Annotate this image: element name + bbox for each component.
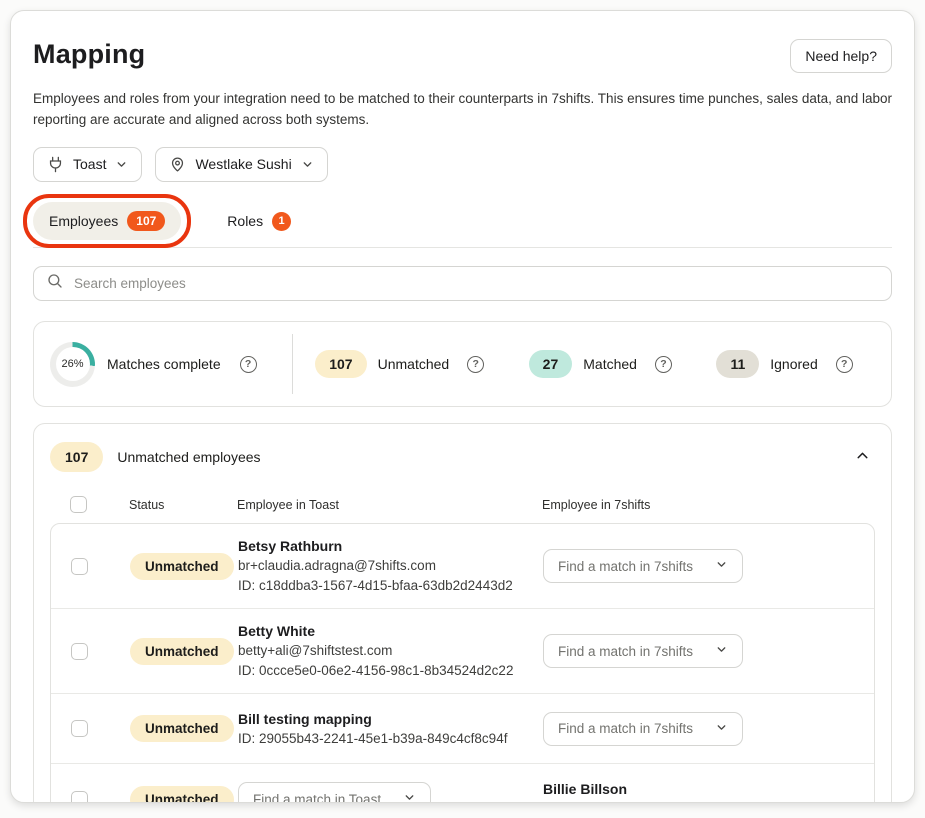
ignored-stat: 11 Ignored ?	[716, 350, 852, 378]
tab-employees-label: Employees	[49, 213, 118, 229]
unmatched-label: Unmatched	[378, 356, 450, 372]
location-dropdown[interactable]: Westlake Sushi	[155, 147, 327, 182]
employee-name: Betsy Rathburn	[238, 536, 543, 556]
chevron-down-icon	[115, 158, 128, 171]
chevron-down-icon	[301, 158, 314, 171]
employee-email: betty+ali@7shiftstest.com	[238, 641, 543, 661]
location-label: Westlake Sushi	[195, 156, 291, 172]
help-icon[interactable]: ?	[240, 356, 257, 373]
row-checkbox[interactable]	[71, 791, 88, 803]
matches-complete-stat: 26% Matches complete ?	[50, 342, 292, 387]
dropdown-label: Find a match in Toast	[253, 792, 381, 803]
integration-dropdown[interactable]: Toast	[33, 147, 142, 182]
chevron-up-icon	[854, 452, 871, 467]
find-match-7shifts-dropdown[interactable]: Find a match in 7shifts	[543, 549, 743, 583]
find-match-7shifts-dropdown[interactable]: Find a match in 7shifts	[543, 712, 743, 746]
unmatched-employees-section: 107 Unmatched employees Status Employee …	[33, 423, 892, 803]
employees-count-badge: 107	[127, 211, 165, 231]
help-icon[interactable]: ?	[655, 356, 672, 373]
employee-id: ID: 8025820	[543, 799, 874, 803]
select-all-checkbox[interactable]	[70, 496, 87, 513]
mapping-page: Mapping Need help? Employees and roles f…	[10, 10, 915, 803]
chevron-down-icon	[403, 791, 416, 803]
ignored-count: 11	[716, 350, 759, 378]
tab-roles[interactable]: Roles 1	[211, 203, 307, 240]
chevron-down-icon	[715, 558, 728, 574]
help-icon[interactable]: ?	[836, 356, 853, 373]
status-badge: Unmatched	[130, 553, 234, 580]
page-description: Employees and roles from your integratio…	[33, 89, 892, 131]
employee-toast-cell: Bill testing mapping ID: 29055b43-2241-4…	[238, 709, 543, 749]
status-badge: Unmatched	[130, 715, 234, 742]
status-badge: Unmatched	[130, 786, 234, 803]
employee-toast-cell: Betsy Rathburn br+claudia.adragna@7shift…	[238, 536, 543, 596]
employee-7shifts-cell: Billie Billson ID: 8025820	[543, 779, 874, 803]
matched-stat: 27 Matched ?	[529, 350, 672, 378]
collapse-section-button[interactable]	[850, 443, 875, 471]
dropdown-label: Find a match in 7shifts	[558, 721, 693, 736]
chevron-down-icon	[715, 643, 728, 659]
table-column-headers: Status Employee in Toast Employee in 7sh…	[50, 496, 875, 513]
location-pin-icon	[169, 156, 186, 173]
matches-complete-label: Matches complete	[107, 356, 221, 372]
employee-name: Betty White	[238, 621, 543, 641]
table-row: Unmatched Find a match in Toast Billie B…	[51, 764, 874, 803]
search-icon	[46, 272, 64, 295]
employee-name: Billie Billson	[543, 779, 874, 799]
page-header: Mapping Need help?	[33, 39, 892, 73]
progress-percent: 26%	[56, 347, 90, 381]
employee-list: Unmatched Betsy Rathburn br+claudia.adra…	[50, 523, 875, 803]
need-help-button[interactable]: Need help?	[790, 39, 892, 73]
employee-id: ID: 0ccce5e0-06e2-4156-98c1-8b34524d2c22	[238, 661, 543, 681]
help-icon[interactable]: ?	[467, 356, 484, 373]
column-employee-toast: Employee in Toast	[237, 498, 542, 512]
matched-count: 27	[529, 350, 573, 378]
matched-label: Matched	[583, 356, 637, 372]
find-match-toast-dropdown[interactable]: Find a match in Toast	[238, 782, 431, 803]
dropdown-label: Find a match in 7shifts	[558, 644, 693, 659]
table-row: Unmatched Betty White betty+ali@7shiftst…	[51, 609, 874, 694]
table-row: Unmatched Betsy Rathburn br+claudia.adra…	[51, 524, 874, 609]
search-input[interactable]	[74, 276, 879, 291]
employee-id: ID: c18ddba3-1567-4d15-bfaa-63db2d2443d2	[238, 576, 543, 596]
status-badge: Unmatched	[130, 638, 234, 665]
plug-icon	[47, 156, 64, 173]
table-row: Unmatched Bill testing mapping ID: 29055…	[51, 694, 874, 764]
chevron-down-icon	[715, 721, 728, 737]
roles-count-badge: 1	[272, 212, 291, 231]
dropdown-label: Find a match in 7shifts	[558, 559, 693, 574]
ignored-label: Ignored	[770, 356, 817, 372]
tab-bar: Employees 107 Roles 1	[33, 202, 892, 248]
tab-roles-label: Roles	[227, 213, 263, 229]
employee-id: ID: 29055b43-2241-45e1-b39a-849c4cf8c94f	[238, 729, 543, 749]
page-title: Mapping	[33, 39, 145, 70]
column-status: Status	[129, 498, 237, 512]
employee-toast-cell: Betty White betty+ali@7shiftstest.com ID…	[238, 621, 543, 681]
integration-label: Toast	[73, 156, 106, 172]
tab-employees[interactable]: Employees 107	[33, 202, 181, 240]
unmatched-count: 107	[315, 350, 366, 378]
find-match-7shifts-dropdown[interactable]: Find a match in 7shifts	[543, 634, 743, 668]
search-employees	[33, 266, 892, 301]
row-checkbox[interactable]	[71, 720, 88, 737]
section-count-badge: 107	[50, 442, 103, 472]
row-checkbox[interactable]	[71, 558, 88, 575]
stats-bar: 26% Matches complete ? 107 Unmatched ? 2…	[33, 321, 892, 407]
section-title: Unmatched employees	[117, 449, 836, 465]
filter-bar: Toast Westlake Sushi	[33, 147, 892, 182]
progress-donut-chart: 26%	[50, 342, 95, 387]
row-checkbox[interactable]	[71, 643, 88, 660]
unmatched-stat: 107 Unmatched ?	[315, 350, 484, 378]
employee-name: Bill testing mapping	[238, 709, 543, 729]
column-employee-7shifts: Employee in 7shifts	[542, 498, 875, 512]
employee-email: br+claudia.adragna@7shifts.com	[238, 556, 543, 576]
